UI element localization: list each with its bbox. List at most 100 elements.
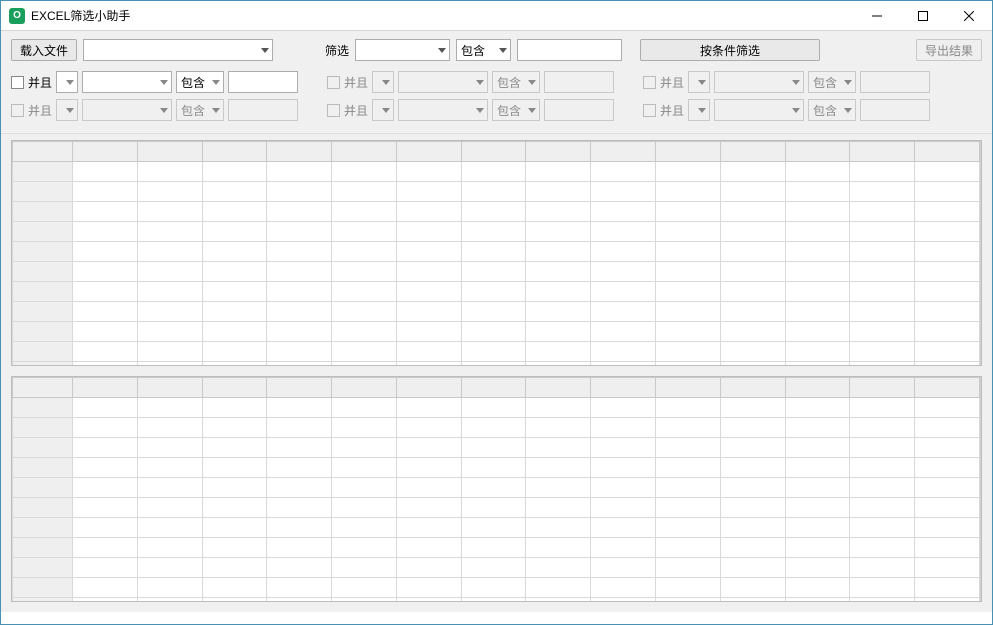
grid-row-header[interactable]	[13, 478, 73, 498]
grid-cell[interactable]	[720, 342, 785, 362]
grid-column-header[interactable]	[656, 142, 721, 162]
grid-row-header[interactable]	[13, 578, 73, 598]
grid-column-header[interactable]	[73, 378, 138, 398]
minimize-button[interactable]	[854, 1, 900, 30]
grid-cell[interactable]	[850, 538, 915, 558]
grid-cell[interactable]	[73, 578, 138, 598]
grid-cell[interactable]	[267, 282, 332, 302]
and-column-mini-combo[interactable]	[688, 99, 710, 121]
grid-cell[interactable]	[73, 182, 138, 202]
grid-cell[interactable]	[73, 498, 138, 518]
grid-cell[interactable]	[202, 498, 267, 518]
grid-cell[interactable]	[526, 498, 591, 518]
grid-cell[interactable]	[137, 342, 202, 362]
grid-cell[interactable]	[720, 498, 785, 518]
grid-cell[interactable]	[396, 558, 461, 578]
grid-cell[interactable]	[396, 222, 461, 242]
grid-cell[interactable]	[332, 418, 397, 438]
grid-row-header[interactable]	[13, 322, 73, 342]
and-op-combo[interactable]: 包含	[176, 71, 224, 93]
grid-cell[interactable]	[267, 558, 332, 578]
grid-row-header[interactable]	[13, 498, 73, 518]
grid-cell[interactable]	[396, 282, 461, 302]
grid-cell[interactable]	[591, 598, 656, 602]
grid-row-header[interactable]	[13, 242, 73, 262]
grid-cell[interactable]	[137, 418, 202, 438]
grid-cell[interactable]	[396, 262, 461, 282]
grid-cell[interactable]	[73, 282, 138, 302]
grid-cell[interactable]	[850, 202, 915, 222]
grid-cell[interactable]	[461, 362, 526, 366]
grid-cell[interactable]	[137, 458, 202, 478]
grid-cell[interactable]	[591, 498, 656, 518]
grid-cell[interactable]	[332, 182, 397, 202]
grid-cell[interactable]	[267, 398, 332, 418]
grid-cell[interactable]	[202, 598, 267, 602]
grid-cell[interactable]	[656, 398, 721, 418]
grid-cell[interactable]	[720, 282, 785, 302]
grid-cell[interactable]	[267, 498, 332, 518]
and-column-mini-combo[interactable]	[56, 71, 78, 93]
grid-cell[interactable]	[720, 262, 785, 282]
grid-cell[interactable]	[526, 458, 591, 478]
grid-cell[interactable]	[332, 362, 397, 366]
grid-cell[interactable]	[137, 478, 202, 498]
grid-cell[interactable]	[73, 598, 138, 602]
grid-cell[interactable]	[591, 558, 656, 578]
grid-cell[interactable]	[785, 438, 850, 458]
grid-cell[interactable]	[526, 518, 591, 538]
grid-cell[interactable]	[267, 362, 332, 366]
grid-cell[interactable]	[267, 182, 332, 202]
grid-cell[interactable]	[202, 182, 267, 202]
grid-cell[interactable]	[850, 342, 915, 362]
grid-cell[interactable]	[915, 222, 980, 242]
grid-cell[interactable]	[785, 222, 850, 242]
grid-cell[interactable]	[267, 578, 332, 598]
grid-cell[interactable]	[720, 182, 785, 202]
grid-cell[interactable]	[461, 282, 526, 302]
grid-cell[interactable]	[656, 262, 721, 282]
grid-cell[interactable]	[656, 598, 721, 602]
grid-cell[interactable]	[396, 538, 461, 558]
grid-cell[interactable]	[526, 202, 591, 222]
grid-cell[interactable]	[526, 362, 591, 366]
grid-cell[interactable]	[396, 458, 461, 478]
export-results-button[interactable]: 导出结果	[916, 39, 982, 61]
grid-cell[interactable]	[720, 518, 785, 538]
grid-cell[interactable]	[526, 182, 591, 202]
grid-row-header[interactable]	[13, 418, 73, 438]
grid-cell[interactable]	[137, 362, 202, 366]
grid-cell[interactable]	[526, 242, 591, 262]
grid-cell[interactable]	[332, 438, 397, 458]
grid-cell[interactable]	[73, 262, 138, 282]
grid-cell[interactable]	[656, 518, 721, 538]
grid-cell[interactable]	[461, 498, 526, 518]
and-column-combo[interactable]	[714, 71, 804, 93]
and-column-combo[interactable]	[82, 99, 172, 121]
grid-cell[interactable]	[591, 458, 656, 478]
grid-cell[interactable]	[332, 538, 397, 558]
and-column-mini-combo[interactable]	[688, 71, 710, 93]
grid-cell[interactable]	[73, 418, 138, 438]
grid-cell[interactable]	[591, 302, 656, 322]
grid-cell[interactable]	[591, 518, 656, 538]
grid-cell[interactable]	[785, 182, 850, 202]
grid-row-header[interactable]	[13, 398, 73, 418]
grid-cell[interactable]	[915, 578, 980, 598]
filter-value-input[interactable]	[517, 39, 622, 61]
grid-cell[interactable]	[202, 242, 267, 262]
and-op-combo[interactable]: 包含	[808, 99, 856, 121]
grid-cell[interactable]	[73, 538, 138, 558]
grid-cell[interactable]	[850, 598, 915, 602]
grid-column-header[interactable]	[267, 142, 332, 162]
top-grid[interactable]	[12, 141, 980, 365]
grid-column-header[interactable]	[461, 378, 526, 398]
filter-by-condition-button[interactable]: 按条件筛选	[640, 39, 820, 61]
grid-cell[interactable]	[396, 398, 461, 418]
grid-cell[interactable]	[267, 302, 332, 322]
grid-cell[interactable]	[332, 242, 397, 262]
grid-cell[interactable]	[850, 438, 915, 458]
grid-cell[interactable]	[332, 322, 397, 342]
and-column-combo[interactable]	[398, 71, 488, 93]
grid-cell[interactable]	[720, 438, 785, 458]
